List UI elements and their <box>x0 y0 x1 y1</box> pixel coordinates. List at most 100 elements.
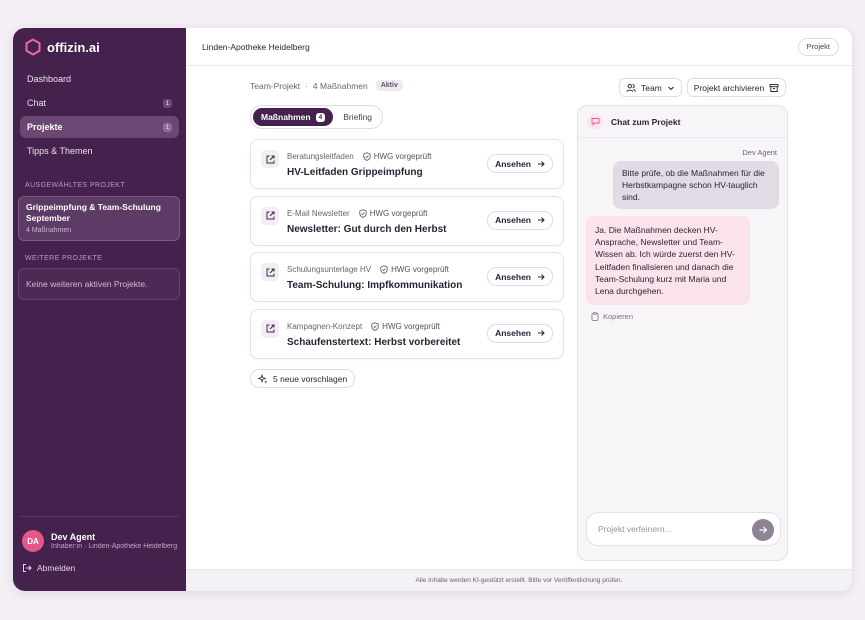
user-name: Dev Agent <box>51 532 96 542</box>
project-button[interactable]: Projekt <box>797 37 839 56</box>
copy-label: Kopieren <box>603 312 634 321</box>
suggest-label: 5 neue vorschlagen <box>273 373 348 384</box>
team-label: Team <box>641 82 662 93</box>
avatar: DA <box>22 530 44 552</box>
sidebar: offizin.ai Dashboard Chat 1 Projekte 1 T… <box>13 28 186 591</box>
user-role: Inhaber:in · Linden-Apotheke Heidelberg <box>51 543 177 550</box>
app-window: offizin.ai Dashboard Chat 1 Projekte 1 T… <box>13 28 852 591</box>
measure-count: 4 Maßnahmen <box>312 80 368 91</box>
logo-hexagon-icon <box>25 38 41 56</box>
measure-type: Schulungsunterlage HV <box>287 265 372 274</box>
tab-label: Briefing <box>343 112 373 122</box>
tab-briefing[interactable]: Briefing <box>335 108 380 126</box>
arrow-right-icon <box>538 273 545 280</box>
measure-title: Newsletter: Gut durch den Herbst <box>287 223 447 235</box>
logout-button[interactable]: Abmelden <box>22 563 75 573</box>
hwg-check: HWG vorgeprüft <box>371 322 440 331</box>
suggest-more-button[interactable]: 5 neue vorschlagen <box>250 369 356 388</box>
sidebar-item-label: Projekte <box>27 122 63 132</box>
logout-label: Abmelden <box>37 563 76 573</box>
arrow-right-icon <box>759 526 768 534</box>
tab-massnahmen[interactable]: Maßnahmen 4 <box>253 108 334 126</box>
sidebar-item-tipps[interactable]: Tipps & Themen <box>20 140 179 162</box>
view-label: Ansehen <box>495 215 531 225</box>
measure-card[interactable]: Kampagnen-Konzept HWG vorgeprüft Schaufe… <box>250 308 564 359</box>
measure-type: Kampagnen-Konzept <box>287 321 363 331</box>
measure-type: Beratungsleitfaden <box>287 152 354 161</box>
archive-project-button[interactable]: Projekt archivieren <box>686 78 787 97</box>
user-profile[interactable]: DA Dev Agent Inhaber:in · Linden-Apothek… <box>22 530 177 552</box>
shield-check-icon <box>363 152 371 161</box>
copy-button[interactable]: Kopieren <box>591 312 633 321</box>
sidebar-item-label: Dashboard <box>27 74 72 84</box>
tab-label: Maßnahmen <box>261 112 311 122</box>
brand-name: offizin.ai <box>47 39 100 55</box>
arrow-right-icon <box>538 330 545 336</box>
pharmacy-name: Linden-Apotheke Heidelberg <box>202 41 310 52</box>
sidebar-item-projekte[interactable]: Projekte 1 <box>20 116 179 138</box>
user-message: Bitte prüfe, ob die Maßnahmen für die He… <box>613 161 779 209</box>
sidebar-item-label: Chat <box>27 98 47 108</box>
chat-header: Chat zum Projekt <box>578 106 787 138</box>
measure-title: Schaufenstertext: Herbst vorbereitet <box>287 336 461 348</box>
hwg-label: HWG vorgeprüft <box>382 321 440 331</box>
measure-card[interactable]: E-Mail Newsletter HWG vorgeprüft Newslet… <box>250 195 564 246</box>
breadcrumb: Team-Projekt · 4 Maßnahmen Aktiv <box>250 80 403 91</box>
logout-icon <box>23 564 32 572</box>
measure-card[interactable]: Schulungsunterlage HV HWG vorgeprüft Tea… <box>250 252 564 302</box>
message-author: Dev Agent <box>742 148 777 157</box>
more-projects-empty: Keine weiteren aktiven Projekte. <box>18 268 180 300</box>
send-button[interactable] <box>752 519 774 541</box>
assistant-message: Ja. Die Maßnahmen decken HV-Ansprache, N… <box>586 216 750 306</box>
chat-title: Chat zum Projekt <box>611 116 681 127</box>
status-badge: Aktiv <box>375 80 403 91</box>
sidebar-item-dashboard[interactable]: Dashboard <box>20 68 179 90</box>
measure-title: HV-Leitfaden Grippeimpfung <box>287 167 423 178</box>
view-label: Ansehen <box>495 271 531 282</box>
archive-label: Projekt archivieren <box>693 82 765 93</box>
share-icon <box>261 206 279 225</box>
shield-check-icon <box>359 208 367 218</box>
project-chat-panel: Chat zum Projekt Dev Agent Bitte prüfe, … <box>577 105 788 561</box>
view-label: Ansehen <box>495 328 531 338</box>
users-icon <box>626 83 636 92</box>
nav-count-badge: 1 <box>163 98 172 108</box>
shield-check-icon <box>380 265 388 274</box>
topbar: Linden-Apotheke Heidelberg Projekt <box>186 28 852 66</box>
chat-input[interactable] <box>598 524 748 534</box>
chat-bubble-icon <box>587 113 603 130</box>
share-icon <box>261 263 279 281</box>
view-button[interactable]: Ansehen <box>487 210 553 230</box>
measure-type: E-Mail Newsletter <box>287 208 350 218</box>
sidebar-divider <box>20 516 179 517</box>
sidebar-item-label: Tipps & Themen <box>27 146 93 156</box>
measure-list: Beratungsleitfaden HWG vorgeprüft HV-Lei… <box>250 139 564 365</box>
view-button[interactable]: Ansehen <box>487 154 553 173</box>
project-type: Team-Projekt <box>250 80 301 91</box>
sidebar-item-chat[interactable]: Chat 1 <box>20 92 179 114</box>
sidebar-nav: Dashboard Chat 1 Projekte 1 Tipps & Them… <box>20 68 179 164</box>
team-dropdown[interactable]: Team <box>619 78 682 97</box>
chat-composer <box>586 512 781 546</box>
hwg-check: HWG vorgeprüft <box>363 152 432 161</box>
tab-count-badge: 4 <box>315 112 326 122</box>
sparkles-icon <box>258 373 268 384</box>
view-label: Ansehen <box>495 158 531 169</box>
hwg-label: HWG vorgeprüft <box>391 265 449 274</box>
main-content: Linden-Apotheke Heidelberg Projekt Team-… <box>186 28 852 591</box>
view-button[interactable]: Ansehen <box>487 323 553 343</box>
share-icon <box>261 319 279 338</box>
arrow-right-icon <box>538 217 545 223</box>
tab-bar: Maßnahmen 4 Briefing <box>250 105 384 129</box>
archive-icon <box>769 83 779 92</box>
selected-project-card[interactable]: Grippeimpfung & Team-Schulung September … <box>18 196 180 241</box>
clipboard-icon <box>591 312 599 321</box>
selected-project-count: 4 Maßnahmen <box>26 227 72 234</box>
brand[interactable]: offizin.ai <box>25 38 100 56</box>
view-button[interactable]: Ansehen <box>487 267 553 286</box>
arrow-right-icon <box>538 160 545 167</box>
measure-card[interactable]: Beratungsleitfaden HWG vorgeprüft HV-Lei… <box>250 139 564 189</box>
hwg-check: HWG vorgeprüft <box>359 208 427 218</box>
shield-check-icon <box>371 321 379 331</box>
selected-project-label: AUSGEWÄHLTES PROJEKT <box>25 182 126 189</box>
